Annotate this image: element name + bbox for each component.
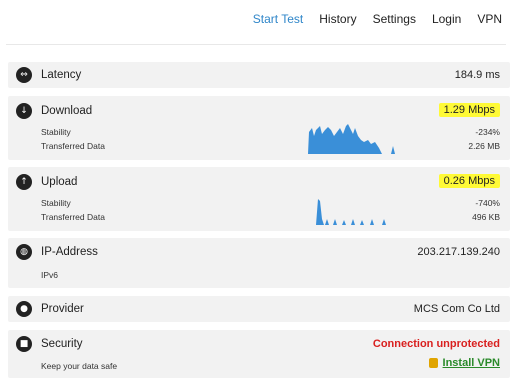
install-vpn-link[interactable]: Install VPN: [443, 357, 500, 369]
upload-transferred-label: Transferred Data: [41, 212, 105, 222]
install-vpn-button[interactable]: Install VPN: [428, 357, 500, 369]
ip-label: IP-Address: [41, 246, 98, 258]
ip-card: ◍ IP-Address 203.217.139.240 IPv6: [8, 238, 510, 288]
nav-divider: [6, 44, 506, 45]
latency-value: 184.9 ms: [454, 69, 500, 81]
download-speed-graph: [308, 124, 395, 154]
security-card: ■ Security Connection unprotected Keep y…: [8, 330, 510, 378]
upload-graph-spike-4: [342, 220, 346, 225]
upload-transferred-value: 496 KB: [472, 212, 500, 222]
ip-value: 203.217.139.240: [417, 246, 500, 258]
security-label: Security: [41, 338, 83, 350]
upload-graph-spike-1: [316, 199, 324, 225]
nav-login[interactable]: Login: [432, 12, 461, 26]
security-status: Connection unprotected: [372, 338, 500, 350]
provider-value: MCS Com Co Ltd: [413, 303, 500, 315]
security-sub-label: Keep your data safe: [41, 361, 118, 371]
ip-version-label: IPv6: [41, 270, 59, 280]
download-stability-label: Stability: [41, 127, 71, 137]
upload-graph-spike-5: [351, 219, 355, 225]
download-stability-value: -234%: [475, 127, 500, 137]
person-icon: ●: [16, 301, 32, 317]
nav-vpn[interactable]: VPN: [477, 12, 502, 26]
lock-icon: ■: [16, 336, 32, 352]
upload-label: Upload: [41, 176, 78, 188]
upload-graph-spike-8: [382, 219, 386, 225]
latency-label: Latency: [41, 69, 82, 81]
download-transferred-value: 2.26 MB: [468, 141, 500, 151]
download-graph-spike: [391, 146, 395, 154]
upload-graph-spike-2: [325, 219, 329, 225]
download-transferred-label: Transferred Data: [41, 141, 105, 151]
arrow-down-icon: ↓: [16, 103, 32, 119]
upload-card: ↑ Upload 0.26 Mbps Stability Transferred…: [8, 167, 510, 231]
latency-card: ⇔ Latency 184.9 ms: [8, 62, 510, 88]
globe-icon: ◍: [16, 244, 32, 260]
download-value: 1.29 Mbps: [438, 103, 500, 117]
upload-speed-graph: [316, 199, 386, 225]
nav-settings[interactable]: Settings: [373, 12, 416, 26]
arrows-horizontal-icon: ⇔: [16, 67, 32, 83]
download-graph-area: [308, 124, 382, 154]
download-label: Download: [41, 105, 93, 117]
nav-history[interactable]: History: [319, 12, 356, 26]
provider-card: ● Provider MCS Com Co Ltd: [8, 296, 510, 322]
download-card: ↓ Download 1.29 Mbps Stability Transferr…: [8, 96, 510, 160]
top-nav: Start Test History Settings Login VPN: [253, 12, 502, 26]
upload-graph-spike-3: [333, 219, 337, 225]
nav-start-test[interactable]: Start Test: [253, 12, 303, 26]
provider-label: Provider: [41, 303, 84, 315]
upload-stability-label: Stability: [41, 198, 71, 208]
upload-graph-spike-6: [360, 220, 364, 225]
upload-graph-spike-7: [370, 219, 374, 225]
upload-stability-value: -740%: [475, 198, 500, 208]
arrow-up-icon: ↑: [16, 174, 32, 190]
upload-value: 0.26 Mbps: [438, 174, 500, 188]
padlock-icon: [428, 358, 438, 369]
